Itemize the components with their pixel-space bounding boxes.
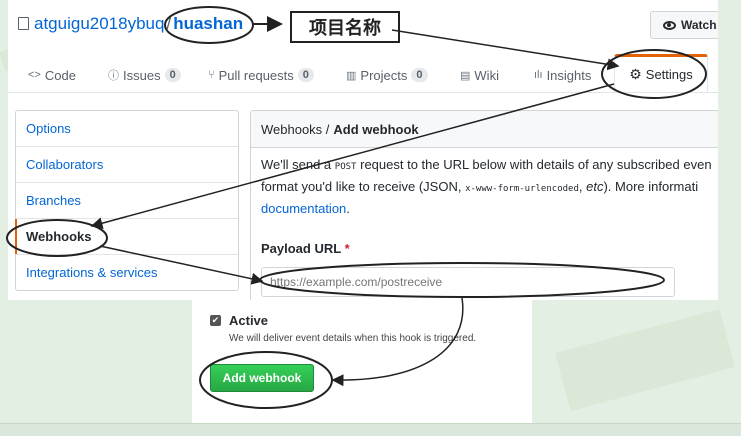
tab-label: Wiki: [474, 67, 499, 83]
payload-url-input[interactable]: [261, 267, 675, 297]
desc-text: We'll send a: [261, 157, 332, 172]
add-webhook-button[interactable]: Add webhook: [210, 364, 314, 392]
desc-text: ,: [578, 179, 583, 194]
tab-pull-requests[interactable]: ⑂ Pull requests 0: [208, 58, 314, 92]
tab-label: Projects: [360, 67, 408, 83]
repo-name-link[interactable]: huashan: [173, 14, 243, 33]
breadcrumb: Webhooks / Add webhook: [251, 111, 718, 148]
repo-owner-link[interactable]: atguigu2018ybuq: [34, 14, 164, 33]
desc-text: format you'd like to receive (JSON,: [261, 179, 462, 194]
pull-request-icon: ⑂: [208, 69, 215, 81]
settings-sidebar: Options Collaborators Branches Webhooks …: [15, 110, 239, 291]
webhook-form: Webhooks / Add webhook We'll send a POST …: [250, 110, 718, 300]
tab-label: Pull requests: [218, 67, 294, 83]
tab-issues[interactable]: ⓘ Issues 0: [108, 58, 181, 92]
code-icon: <>: [28, 69, 41, 81]
book-icon: ▤: [460, 69, 471, 82]
tab-label: Settings: [645, 67, 693, 82]
repo-icon: [18, 17, 29, 30]
payload-url-label: Payload URL *: [261, 241, 350, 256]
tab-label: Insights: [546, 67, 592, 83]
issue-icon: ⓘ: [108, 70, 119, 82]
project-icon: ▥: [346, 69, 357, 82]
project-name-annotation: 项目名称: [290, 11, 400, 43]
tab-label: Code: [44, 67, 76, 83]
sidebar-item-webhooks[interactable]: Webhooks: [15, 219, 238, 255]
webhook-description: We'll send a POST request to the URL bel…: [261, 155, 718, 219]
breadcrumb-current: Add webhook: [333, 121, 419, 137]
pull-requests-counter: 0: [297, 68, 314, 82]
active-checkbox[interactable]: ✔: [210, 315, 221, 326]
tab-projects[interactable]: ▥ Projects 0: [346, 58, 428, 92]
desc-etc: etc: [586, 179, 604, 194]
desc-text: request to the URL below with details of…: [360, 157, 712, 172]
github-settings-panel: atguigu2018ybuq/huashan 项目名称 Watch ▾ <> …: [8, 0, 718, 300]
tab-wiki[interactable]: ▤ Wiki: [460, 58, 499, 92]
graph-icon: ılı: [534, 69, 543, 81]
tab-label: Issues: [123, 67, 161, 83]
sidebar-item-branches[interactable]: Branches: [16, 183, 238, 219]
watch-label: Watch: [681, 18, 717, 32]
issues-counter: 0: [164, 68, 181, 82]
projects-counter: 0: [411, 68, 428, 82]
eye-icon: [663, 20, 676, 30]
bottom-stripe: [0, 423, 741, 436]
repo-separator: /: [166, 14, 172, 33]
active-section: ✔ Active We will deliver event details w…: [192, 300, 532, 423]
desc-text: ). More informati: [603, 179, 699, 194]
sidebar-item-integrations[interactable]: Integrations & services: [16, 255, 238, 290]
watch-button[interactable]: Watch ▾: [650, 11, 718, 39]
desc-code-post: POST: [334, 162, 357, 172]
repo-title: atguigu2018ybuq / huashan: [18, 14, 243, 34]
desc-text: .: [346, 201, 350, 216]
background-shape: [555, 309, 735, 411]
documentation-link[interactable]: documentation: [261, 201, 346, 216]
sidebar-item-collaborators[interactable]: Collaborators: [16, 147, 238, 183]
tab-settings[interactable]: ⚙ Settings: [614, 54, 708, 92]
active-note: We will deliver event details when this …: [229, 333, 477, 344]
gear-icon: ⚙: [629, 66, 642, 82]
required-mark: *: [344, 241, 350, 256]
sidebar-item-options[interactable]: Options: [16, 111, 238, 147]
active-label: Active: [229, 313, 269, 328]
tab-insights[interactable]: ılı Insights: [534, 58, 591, 92]
payload-url-label-text: Payload URL: [261, 241, 341, 256]
desc-code-urlencoded: x-www-form-urlencoded: [465, 184, 579, 194]
breadcrumb-parent[interactable]: Webhooks /: [261, 122, 329, 137]
repo-nav-tabs: <> Code ⓘ Issues 0 ⑂ Pull requests 0 ▥ P…: [8, 54, 718, 93]
tab-code[interactable]: <> Code: [28, 58, 76, 92]
